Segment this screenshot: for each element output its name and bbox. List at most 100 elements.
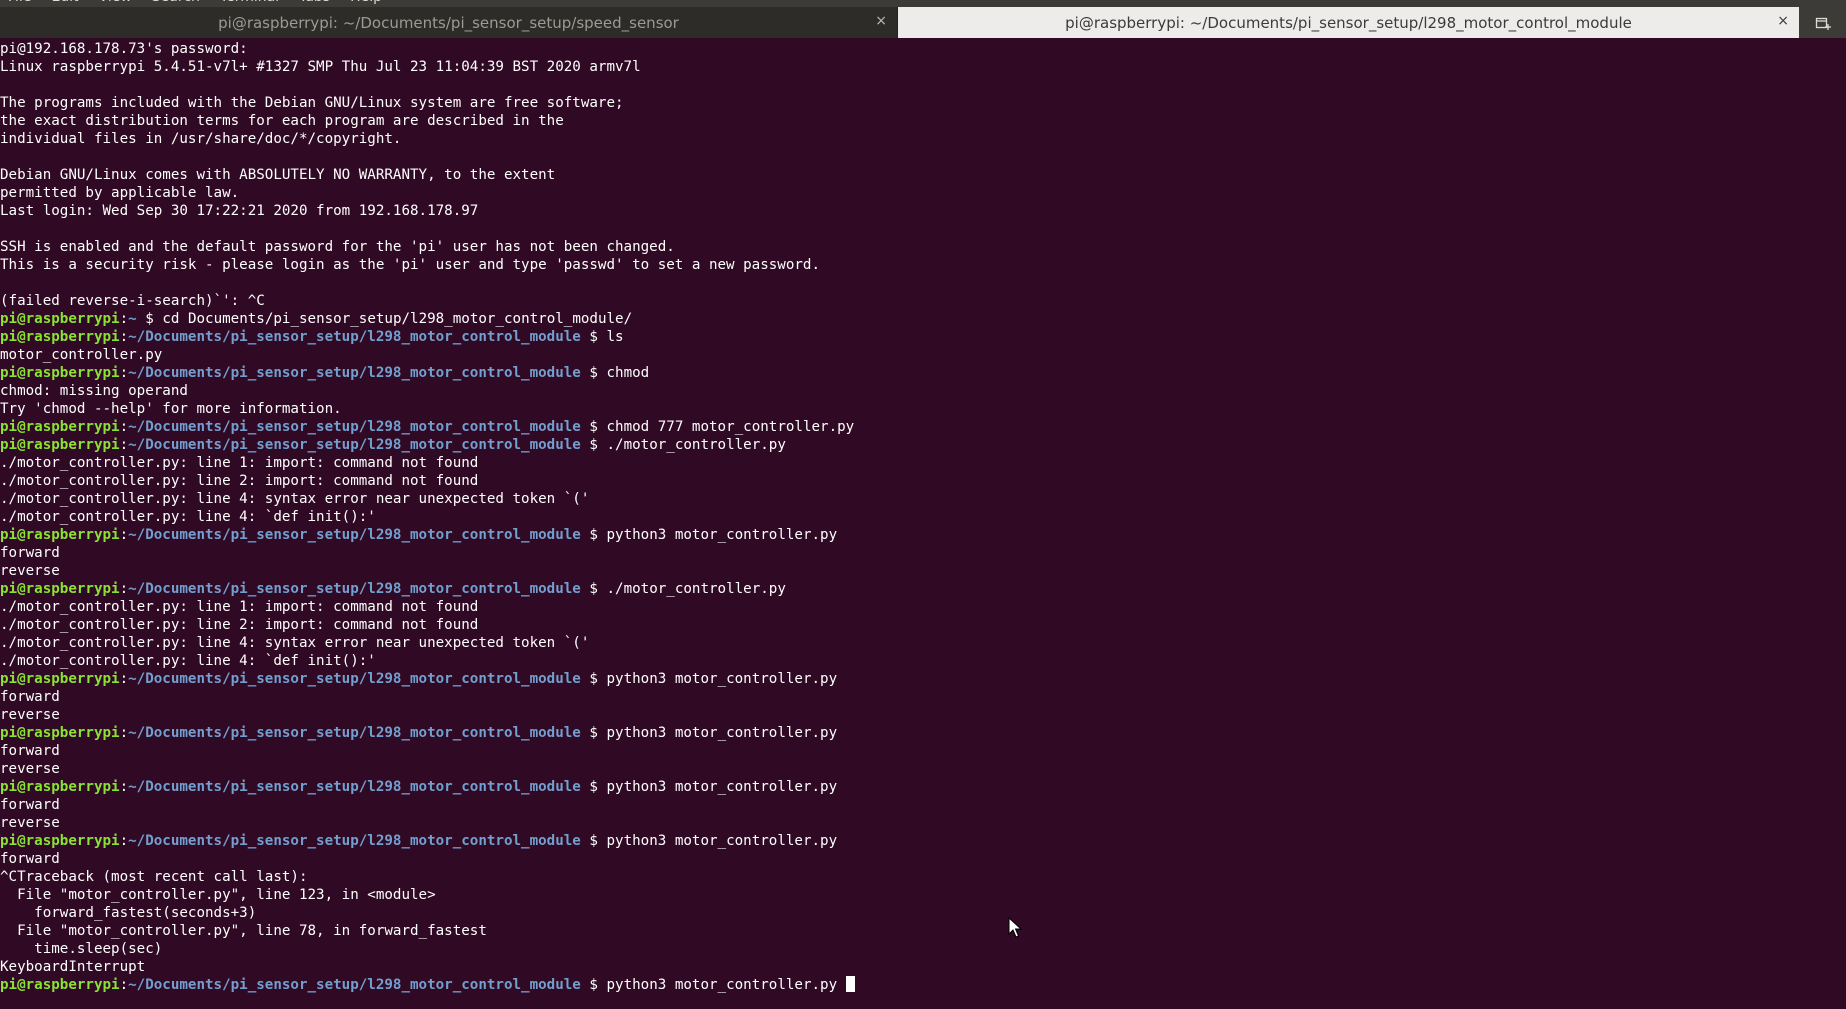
output-line: ./motor_controller.py: line 2: import: c…: [0, 473, 479, 489]
command-line: pi@raspberrypi:~/Documents/pi_sensor_set…: [0, 832, 1846, 850]
menu-bar: File Edit View Search Terminal Tabs Help: [0, 0, 1846, 7]
menu-item-terminal[interactable]: Terminal: [220, 0, 279, 5]
prompt-dir: ~/Documents/pi_sensor_setup/l298_motor_c…: [128, 527, 581, 543]
output-line: (failed reverse-i-search)`': ^C: [0, 293, 265, 309]
command-line: pi@raspberrypi:~ $ cd Documents/pi_senso…: [0, 310, 1846, 328]
new-tab-button[interactable]: [1799, 7, 1846, 38]
command-text: python3 motor_controller.py: [606, 977, 838, 993]
command-line: pi@raspberrypi:~/Documents/pi_sensor_set…: [0, 778, 1846, 796]
prompt-user: pi@raspberrypi: [0, 581, 120, 597]
prompt-dir: ~/Documents/pi_sensor_setup/l298_motor_c…: [128, 833, 581, 849]
prompt-symbol: $: [589, 671, 598, 687]
menu-item-help[interactable]: Help: [350, 0, 382, 5]
command-line: pi@raspberrypi:~/Documents/pi_sensor_set…: [0, 580, 1846, 598]
menu-item-file[interactable]: File: [8, 0, 31, 5]
tab-title: pi@raspberrypi: ~/Documents/pi_sensor_se…: [218, 13, 679, 32]
prompt-symbol: $: [589, 419, 598, 435]
prompt-separator: :: [119, 581, 129, 597]
output-line: ./motor_controller.py: line 2: import: c…: [0, 617, 479, 633]
command-line: pi@raspberrypi:~/Documents/pi_sensor_set…: [0, 364, 1846, 382]
close-icon[interactable]: ×: [875, 13, 887, 29]
tab-l298-motor-control[interactable]: pi@raspberrypi: ~/Documents/pi_sensor_se…: [898, 7, 1799, 38]
output-line: forward: [0, 743, 60, 759]
output-line: The programs included with the Debian GN…: [0, 95, 624, 111]
prompt-user: pi@raspberrypi: [0, 977, 120, 993]
prompt-symbol: $: [589, 725, 598, 741]
command-text: python3 motor_controller.py: [606, 779, 838, 795]
text-cursor[interactable]: [846, 976, 856, 992]
command-text: python3 motor_controller.py: [606, 671, 838, 687]
command-text: cd Documents/pi_sensor_setup/l298_motor_…: [162, 311, 633, 327]
prompt-symbol: $: [589, 329, 598, 345]
output-line: forward_fastest(seconds+3): [0, 905, 257, 921]
prompt-symbol: $: [589, 365, 598, 381]
output-line: ./motor_controller.py: line 4: `def init…: [0, 653, 376, 669]
prompt-dir: ~/Documents/pi_sensor_setup/l298_motor_c…: [128, 329, 581, 345]
prompt-user: pi@raspberrypi: [0, 833, 120, 849]
output-line: Last login: Wed Sep 30 17:22:21 2020 fro…: [0, 203, 479, 219]
prompt-separator: :: [119, 311, 129, 327]
terminal-output[interactable]: pi@192.168.178.73's password: Linux raspb…: [0, 40, 1846, 1009]
command-line: pi@raspberrypi:~/Documents/pi_sensor_set…: [0, 436, 1846, 454]
output-line: forward: [0, 851, 60, 867]
tab-bar: pi@raspberrypi: ~/Documents/pi_sensor_se…: [0, 7, 1846, 38]
output-line: ./motor_controller.py: line 1: import: c…: [0, 599, 479, 615]
output-line: ./motor_controller.py: line 1: import: c…: [0, 455, 479, 471]
output-line: permitted by applicable law.: [0, 185, 240, 201]
prompt-symbol: $: [589, 779, 598, 795]
prompt-separator: :: [119, 977, 129, 993]
command-text: chmod: [606, 365, 650, 381]
menu-item-edit[interactable]: Edit: [51, 0, 78, 5]
menu-item-tabs[interactable]: Tabs: [299, 0, 330, 5]
output-line: forward: [0, 797, 60, 813]
output-line: reverse: [0, 761, 60, 777]
command-text: python3 motor_controller.py: [606, 833, 838, 849]
prompt-separator: :: [119, 833, 129, 849]
new-tab-icon: [1815, 17, 1831, 30]
prompt-separator: :: [119, 779, 129, 795]
output-line: ^CTraceback (most recent call last):: [0, 869, 308, 885]
menu-item-view[interactable]: View: [99, 0, 132, 5]
output-line: File "motor_controller.py", line 78, in …: [0, 923, 487, 939]
menu-item-search[interactable]: Search: [152, 0, 200, 5]
prompt-symbol: $: [589, 977, 598, 993]
prompt-separator: :: [119, 419, 129, 435]
command-line: pi@raspberrypi:~/Documents/pi_sensor_set…: [0, 418, 1846, 436]
command-line: pi@raspberrypi:~/Documents/pi_sensor_set…: [0, 328, 1846, 346]
prompt-symbol: $: [589, 437, 598, 453]
output-line: reverse: [0, 707, 60, 723]
output-line: forward: [0, 545, 60, 561]
prompt-user: pi@raspberrypi: [0, 365, 120, 381]
prompt-separator: :: [119, 365, 129, 381]
mouse-pointer-icon: [1008, 916, 1023, 943]
prompt-separator: :: [119, 527, 129, 543]
prompt-separator: :: [119, 725, 129, 741]
output-line: File "motor_controller.py", line 123, in…: [0, 887, 436, 903]
tab-speed-sensor[interactable]: pi@raspberrypi: ~/Documents/pi_sensor_se…: [0, 7, 898, 38]
prompt-separator: :: [119, 671, 129, 687]
prompt-user: pi@raspberrypi: [0, 437, 120, 453]
output-line: ./motor_controller.py: line 4: syntax er…: [0, 635, 590, 651]
prompt-dir: ~/Documents/pi_sensor_setup/l298_motor_c…: [128, 365, 581, 381]
prompt-user: pi@raspberrypi: [0, 311, 120, 327]
output-line: individual files in /usr/share/doc/*/cop…: [0, 131, 402, 147]
command-text: ls: [606, 329, 624, 345]
close-icon[interactable]: ×: [1777, 13, 1789, 29]
prompt-dir: ~: [128, 311, 137, 327]
output-line: motor_controller.py: [0, 347, 163, 363]
output-line: ./motor_controller.py: line 4: syntax er…: [0, 491, 590, 507]
output-line: KeyboardInterrupt: [0, 959, 146, 975]
prompt-symbol: $: [589, 833, 598, 849]
output-line: forward: [0, 689, 60, 705]
prompt-user: pi@raspberrypi: [0, 329, 120, 345]
prompt-dir: ~/Documents/pi_sensor_setup/l298_motor_c…: [128, 419, 581, 435]
command-line: pi@raspberrypi:~/Documents/pi_sensor_set…: [0, 526, 1846, 544]
prompt-symbol: $: [145, 311, 154, 327]
output-line: Try 'chmod --help' for more information.: [0, 401, 342, 417]
prompt-dir: ~/Documents/pi_sensor_setup/l298_motor_c…: [128, 581, 581, 597]
output-line: reverse: [0, 563, 60, 579]
prompt-dir: ~/Documents/pi_sensor_setup/l298_motor_c…: [128, 977, 581, 993]
prompt-dir: ~/Documents/pi_sensor_setup/l298_motor_c…: [128, 671, 581, 687]
